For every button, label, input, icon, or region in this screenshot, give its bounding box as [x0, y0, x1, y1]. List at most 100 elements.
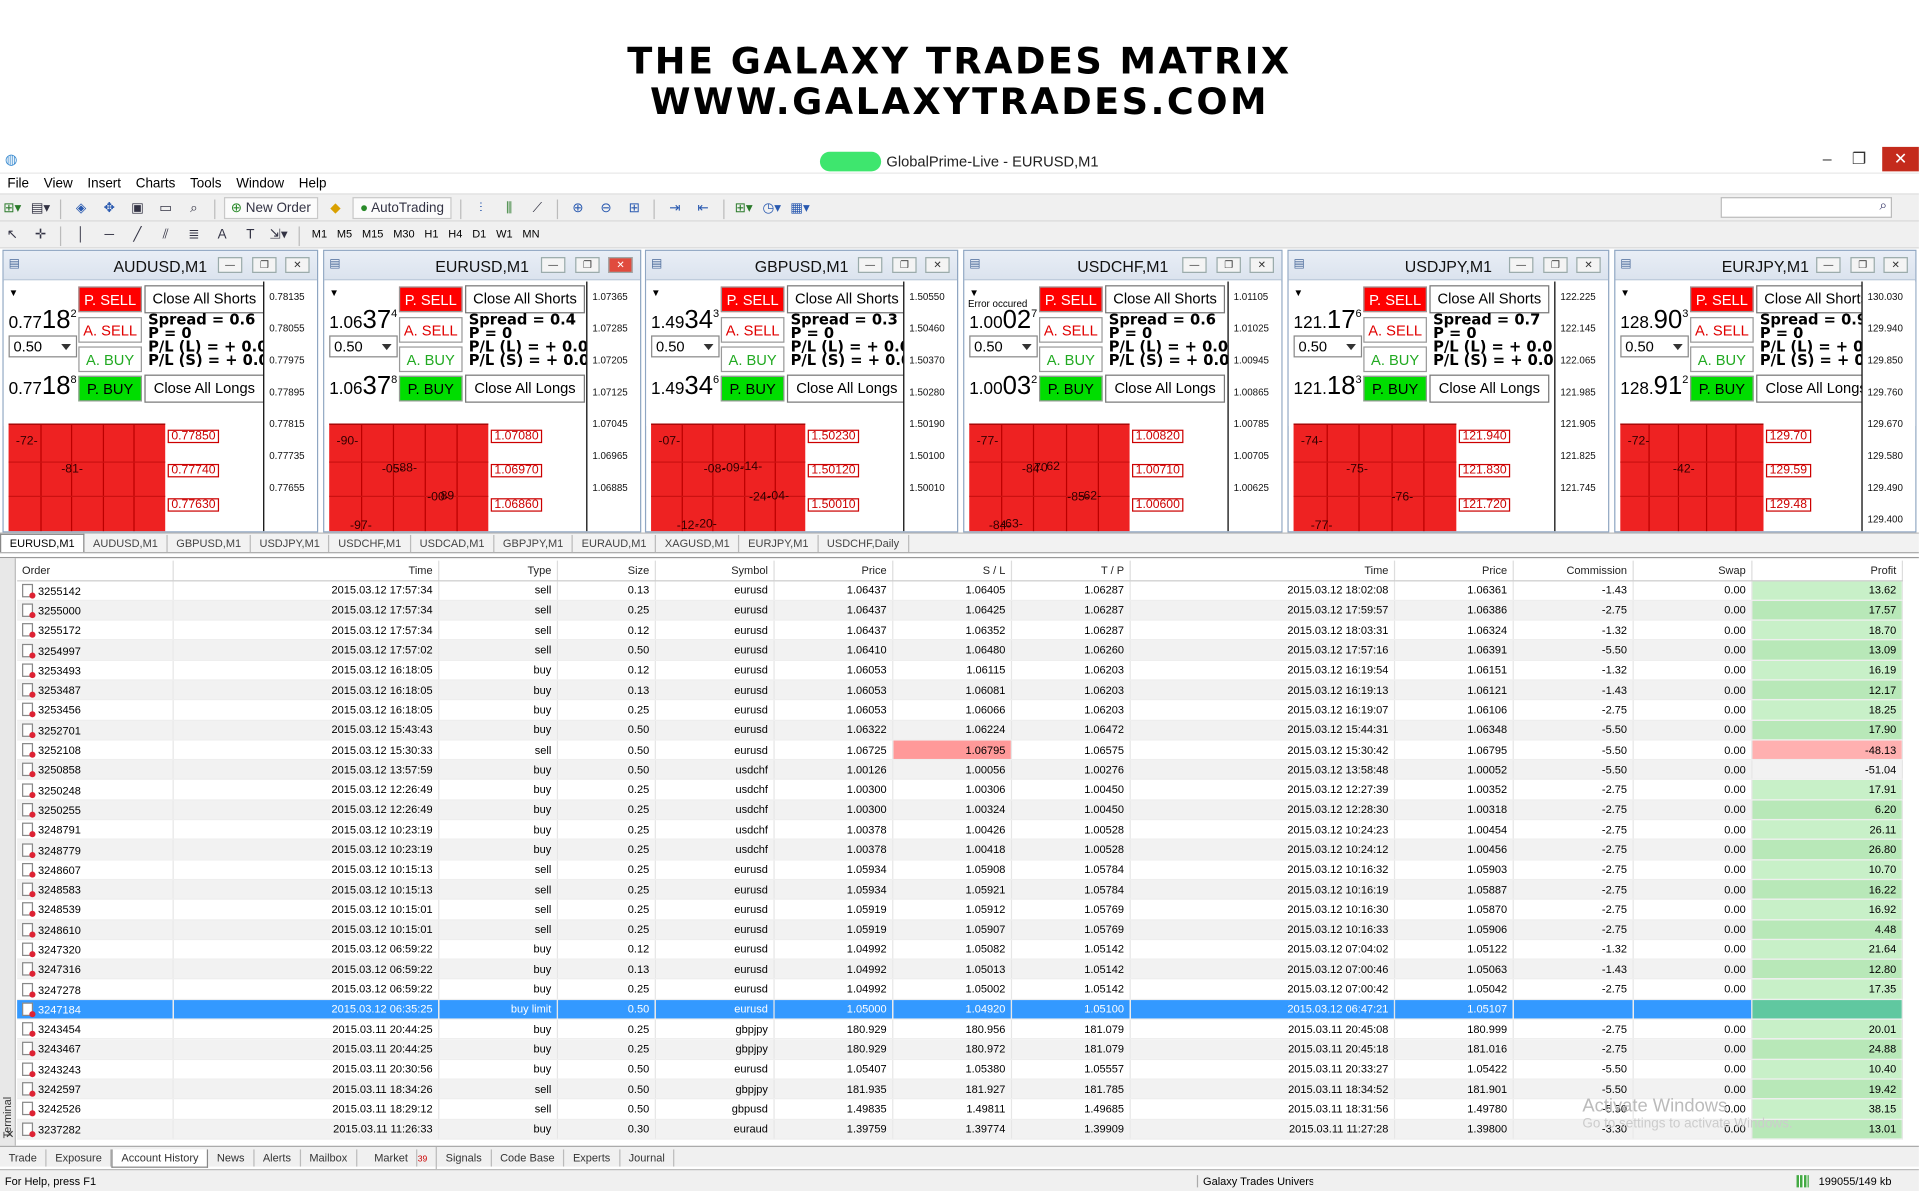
text-icon[interactable]: A: [211, 224, 233, 246]
p-buy-button[interactable]: P. BUY: [1363, 375, 1427, 402]
table-row[interactable]: 3248607 2015.03.12 10:15:13 sell 0.25 eurusd…: [17, 859, 1903, 881]
table-row[interactable]: 3253493 2015.03.12 16:18:05 buy 0.12 eurusd 1…: [17, 660, 1903, 681]
table-row[interactable]: 3248539 2015.03.12 10:15:01 sell 0.25 eurusd…: [17, 899, 1903, 920]
expert-icon[interactable]: ◆: [324, 197, 346, 219]
menu-window[interactable]: Window: [229, 174, 292, 194]
new-order-button[interactable]: ⊕ New Order: [223, 197, 319, 220]
chart-window[interactable]: ▤ USDCHF,M1— ❐ ✕ ▼ Error occured 1.00027 1.0003…: [963, 249, 1283, 533]
new-chart-icon[interactable]: ⊞▾: [1, 197, 23, 219]
tile-windows-icon[interactable]: ⊞: [623, 197, 645, 219]
chart-close-icon[interactable]: ✕: [1883, 257, 1908, 273]
chart-tab[interactable]: USDCAD,M1: [411, 534, 495, 553]
chart-minimize-icon[interactable]: —: [540, 257, 566, 273]
zoom-in-icon[interactable]: ⊕: [567, 197, 589, 219]
table-row[interactable]: 3243454 2015.03.11 20:44:25 buy 0.25 gbpjpy 1…: [17, 1019, 1903, 1040]
table-row[interactable]: 3253456 2015.03.12 16:18:05 buy 0.25 eurusd 1…: [17, 699, 1903, 721]
lot-size-select[interactable]: 0.50: [651, 335, 720, 358]
chart-tab[interactable]: EURJPY,M1: [740, 534, 819, 553]
table-row[interactable]: 3247316 2015.03.12 06:59:22 buy 0.13 eurusd 1…: [17, 959, 1903, 980]
panel-arrow-icon[interactable]: ▼: [969, 288, 979, 299]
table-row[interactable]: 3248779 2015.03.12 10:23:19 buy 0.25 usdchf 1…: [17, 839, 1903, 861]
a-buy-button[interactable]: A. BUY: [398, 346, 463, 373]
a-sell-button[interactable]: A. SELL: [398, 317, 463, 343]
table-row[interactable]: 3248791 2015.03.12 10:23:19 buy 0.25 usdchf 1…: [17, 819, 1903, 841]
table-row[interactable]: 3255000 2015.03.12 17:57:34 sell 0.25 eurusd…: [17, 600, 1903, 621]
tab-mailbox[interactable]: Mailbox: [301, 1149, 358, 1167]
chart-window[interactable]: ▤ GBPUSD,M1— ❐ ✕ ▼ 1.49343 1.49346 0.50 P. SELL A…: [644, 249, 959, 533]
a-sell-button[interactable]: A. SELL: [78, 317, 142, 343]
panel-arrow-icon[interactable]: ▼: [9, 288, 19, 299]
p-buy-button[interactable]: P. BUY: [720, 375, 785, 402]
p-buy-button[interactable]: P. BUY: [398, 375, 463, 402]
column-header[interactable]: Size: [556, 560, 656, 581]
column-header[interactable]: Type: [438, 560, 558, 581]
column-header[interactable]: T / P: [1010, 560, 1131, 581]
panel-arrow-icon[interactable]: ▼: [1620, 288, 1630, 299]
p-buy-button[interactable]: P. BUY: [1690, 375, 1754, 402]
timeframe-mn[interactable]: MN: [517, 222, 544, 246]
menu-view[interactable]: View: [36, 174, 80, 194]
arrows-icon[interactable]: ⇲▾: [268, 224, 290, 246]
timeframe-h1[interactable]: H1: [420, 222, 444, 246]
restore-button[interactable]: ❐: [1841, 147, 1878, 171]
a-buy-button[interactable]: A. BUY: [1363, 346, 1427, 373]
close-all-shorts-button[interactable]: Close All Shorts: [465, 285, 585, 314]
terminal-icon[interactable]: ▭: [155, 197, 177, 219]
timeframe-m15[interactable]: M15: [357, 222, 388, 246]
lot-size-select[interactable]: 0.50: [8, 335, 78, 358]
chart-restore-icon[interactable]: ❐: [1543, 257, 1568, 273]
close-all-longs-button[interactable]: Close All Longs: [1105, 374, 1226, 403]
chart-tab[interactable]: GBPUSD,M1: [168, 534, 251, 553]
chart-tab[interactable]: XAGUSD,M1: [656, 534, 740, 553]
column-header[interactable]: Profit: [1751, 560, 1903, 581]
crosshair-icon[interactable]: ✛: [29, 224, 51, 246]
templates-icon[interactable]: ▦▾: [789, 197, 811, 219]
chart-restore-icon[interactable]: ❐: [575, 257, 600, 273]
lot-size-select[interactable]: 0.50: [1293, 335, 1363, 358]
menu-insert[interactable]: Insert: [80, 174, 128, 194]
tab-journal[interactable]: Journal: [620, 1149, 675, 1167]
table-row[interactable]: 3250255 2015.03.12 12:26:49 buy 0.25 usdchf 1…: [17, 799, 1903, 821]
table-row[interactable]: 3243467 2015.03.11 20:44:25 buy 0.25 gbpjpy 1…: [17, 1039, 1903, 1060]
a-sell-button[interactable]: A. SELL: [1039, 317, 1103, 343]
timeframe-m5[interactable]: M5: [332, 222, 357, 246]
search-icon[interactable]: ⌕: [1880, 198, 1888, 214]
p-buy-button[interactable]: P. BUY: [78, 375, 142, 402]
chart-window[interactable]: ▤ USDJPY,M1— ❐ ✕ ▼ 121.176 121.183 0.50 P. SELL A…: [1287, 249, 1610, 533]
chart-window[interactable]: ▤ EURUSD,M1— ❐ ✕ ▼ 1.06374 1.06378 0.50 P. SELL A…: [323, 249, 642, 533]
menu-charts[interactable]: Charts: [128, 174, 182, 194]
timeframe-m30[interactable]: M30: [388, 222, 419, 246]
search-input[interactable]: [1720, 197, 1892, 218]
autoscroll-icon[interactable]: ⇥: [664, 197, 686, 219]
text-label-icon[interactable]: T: [239, 224, 261, 246]
autotrading-button[interactable]: ● AutoTrading: [352, 197, 452, 220]
a-buy-button[interactable]: A. BUY: [720, 346, 785, 373]
chart-close-icon[interactable]: ✕: [1576, 257, 1601, 273]
chart-close-icon[interactable]: ✕: [285, 257, 310, 273]
a-sell-button[interactable]: A. SELL: [1363, 317, 1427, 343]
tab-exposure[interactable]: Exposure: [47, 1149, 112, 1167]
column-header[interactable]: S / L: [892, 560, 1012, 581]
close-all-shorts-button[interactable]: Close All Shorts: [786, 285, 907, 314]
table-row[interactable]: 3252108 2015.03.12 15:30:33 sell 0.50 eurusd…: [17, 739, 1903, 761]
column-header[interactable]: Time: [1129, 560, 1395, 581]
profiles-icon[interactable]: ▤▾: [29, 197, 51, 219]
chart-window[interactable]: ▤ AUDUSD,M1— ❐ ✕ ▼ 0.77182 0.77188 0.50 P. SELL A…: [2, 249, 319, 533]
close-all-longs-button[interactable]: Close All Longs: [1429, 374, 1550, 403]
timeframe-h4[interactable]: H4: [443, 222, 467, 246]
chart-restore-icon[interactable]: ❐: [252, 257, 277, 273]
table-row[interactable]: 3252701 2015.03.12 15:43:43 buy 0.50 eurusd 1…: [17, 719, 1903, 741]
table-row[interactable]: 3247278 2015.03.12 06:59:22 buy 0.25 eurusd 1…: [17, 979, 1903, 1000]
chart-minimize-icon[interactable]: —: [1508, 257, 1534, 273]
menu-help[interactable]: Help: [291, 174, 333, 194]
close-all-shorts-button[interactable]: Close All Shorts: [1105, 285, 1226, 314]
chart-tab[interactable]: USDJPY,M1: [251, 534, 330, 553]
chart-tab[interactable]: AUDUSD,M1: [84, 534, 168, 553]
a-buy-button[interactable]: A. BUY: [1039, 346, 1103, 373]
menu-file[interactable]: File: [0, 174, 36, 194]
tester-icon[interactable]: ⌕: [183, 197, 205, 219]
data-window-icon[interactable]: ▣: [126, 197, 148, 219]
zoom-out-icon[interactable]: ⊖: [595, 197, 617, 219]
table-row[interactable]: 3247184 2015.03.12 06:35:25 buy limit 0.50 e…: [17, 999, 1903, 1020]
horizontal-line-icon[interactable]: ─: [98, 224, 120, 246]
